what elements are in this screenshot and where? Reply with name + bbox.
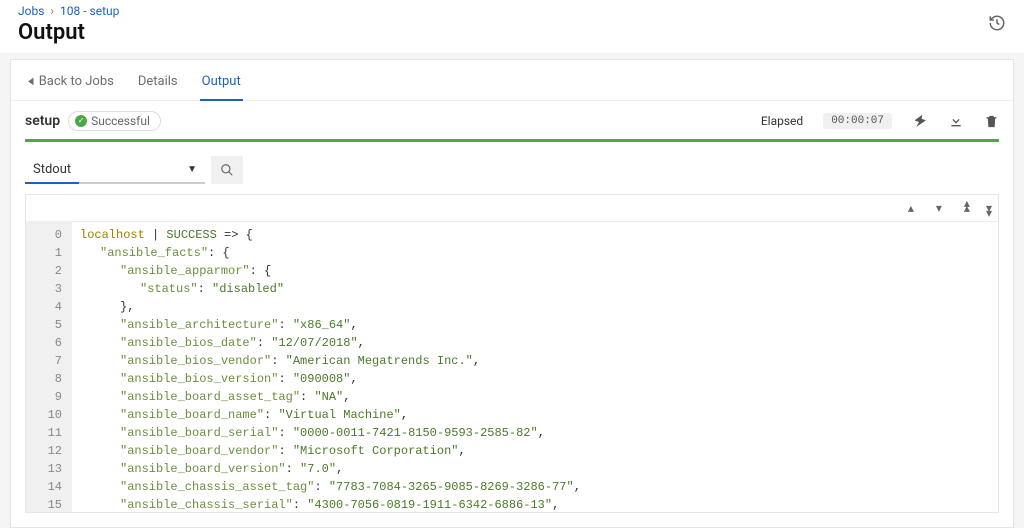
status-badge: ✓ Successful [68, 111, 161, 131]
elapsed-label: Elapsed [761, 114, 803, 128]
scroll-up-icon[interactable]: ▴ [908, 201, 914, 215]
page-title: Output [18, 20, 119, 45]
tabs: ◀ Back to Jobs Details Output [11, 60, 1013, 101]
job-name: setup [25, 113, 60, 129]
search-button[interactable] [211, 156, 243, 184]
check-icon: ✓ [75, 115, 87, 127]
output-code-block: 0123456789101112131415161718 localhost |… [26, 222, 998, 512]
breadcrumb: Jobs › 108 - setup [18, 4, 119, 18]
code-content: localhost | SUCCESS => {"ansible_facts":… [72, 222, 589, 512]
line-gutter: 0123456789101112131415161718 [26, 222, 72, 512]
output-nav: ▴ ▾ ▴▴ ▾▾ [26, 195, 998, 222]
elapsed-time: 00:00:07 [823, 113, 892, 129]
breadcrumb-jobs-link[interactable]: Jobs [18, 4, 44, 18]
download-icon[interactable] [948, 113, 964, 129]
chevron-down-icon: ▼ [187, 164, 197, 175]
search-icon [220, 163, 234, 177]
stdout-label: Stdout [33, 162, 71, 177]
breadcrumb-separator: › [50, 4, 54, 18]
breadcrumb-current-link[interactable]: 108 - setup [60, 4, 119, 18]
scroll-down-icon[interactable]: ▾ [936, 201, 942, 215]
progress-bar [25, 139, 999, 142]
caret-left-icon: ◀ [28, 76, 33, 87]
stdout-dropdown[interactable]: Stdout ▼ [25, 156, 205, 184]
status-label: Successful [91, 114, 150, 128]
tab-output[interactable]: Output [200, 70, 243, 101]
tab-back-label: Back to Jobs [39, 74, 114, 89]
tab-back-to-jobs[interactable]: ◀ Back to Jobs [25, 70, 116, 101]
tab-details[interactable]: Details [136, 70, 180, 101]
relaunch-icon[interactable] [912, 113, 928, 129]
history-icon[interactable] [988, 14, 1006, 36]
delete-icon[interactable] [984, 114, 999, 129]
